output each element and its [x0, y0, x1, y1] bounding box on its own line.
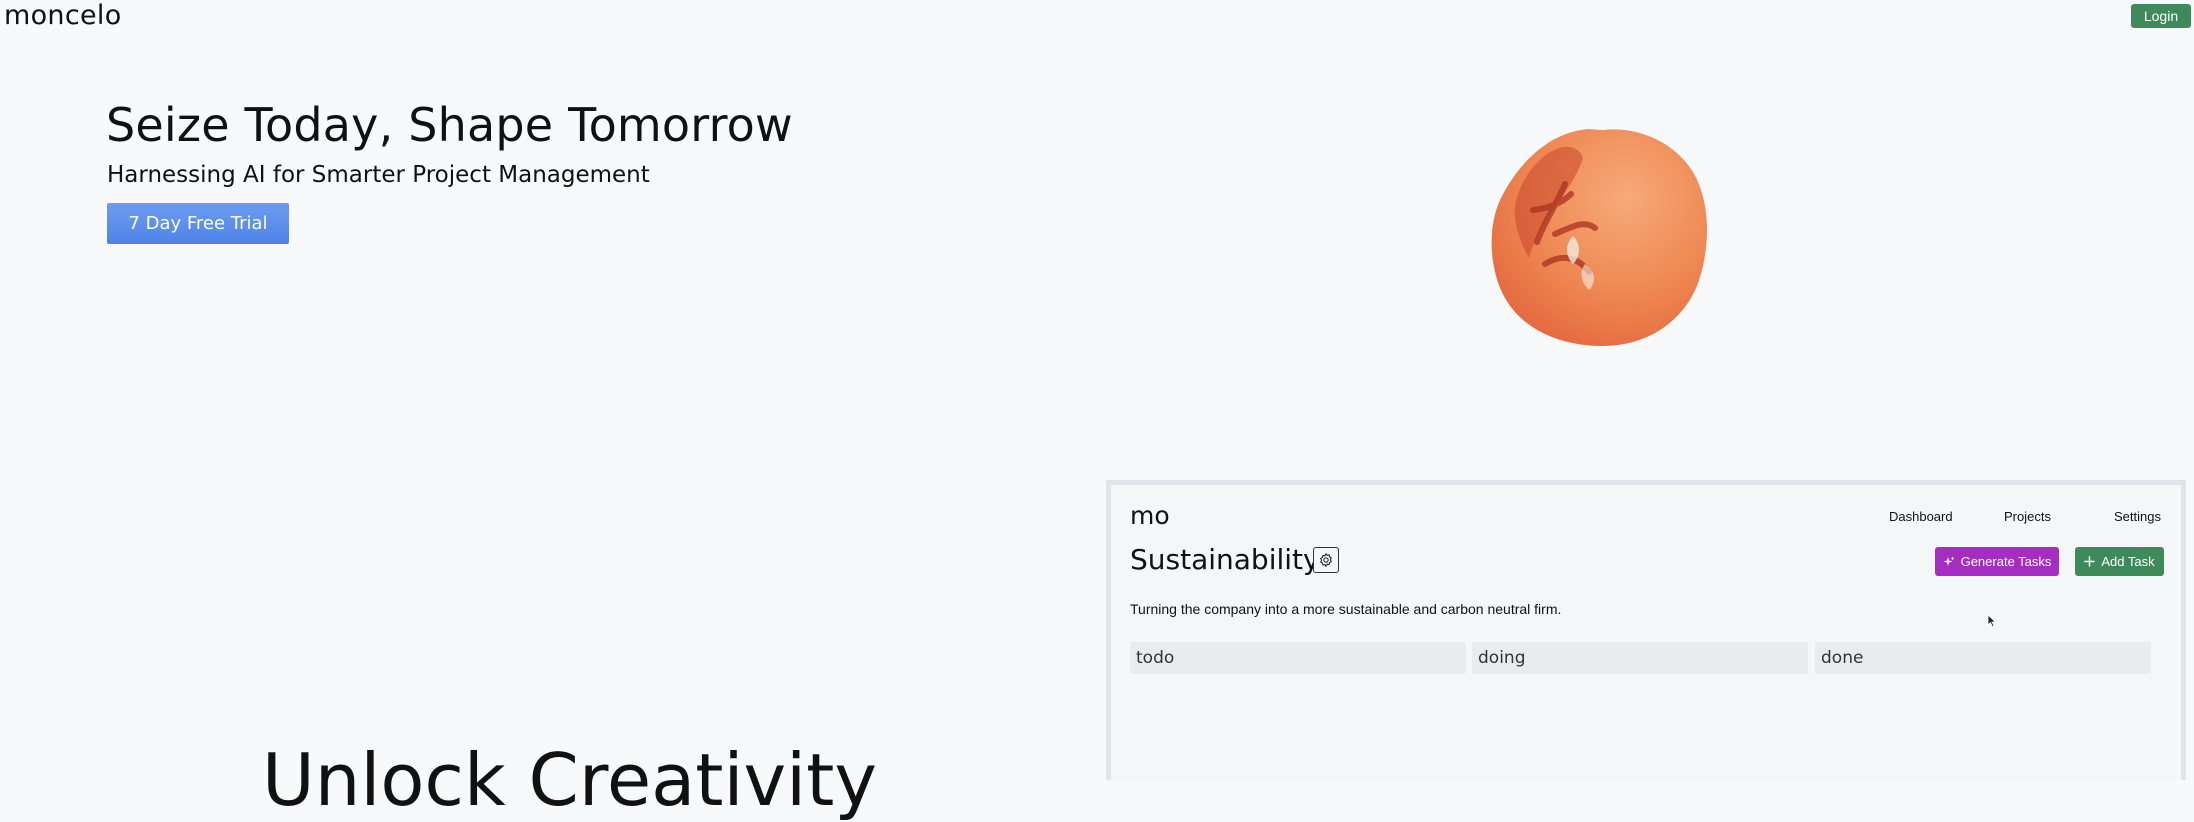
gear-icon [1320, 553, 1332, 567]
login-button[interactable]: Login [2131, 4, 2191, 28]
column-header-todo: todo [1130, 642, 1466, 674]
free-trial-button[interactable]: 7 Day Free Trial [107, 203, 289, 244]
brand-logo[interactable]: moncelo [4, 0, 122, 31]
mouse-cursor-icon [1987, 614, 1997, 633]
section-heading: Unlock Creativity [262, 738, 877, 822]
hero-subtitle: Harnessing AI for Smarter Project Manage… [107, 162, 650, 188]
column-header-doing: doing [1472, 642, 1808, 674]
preview-logo[interactable]: mo [1130, 501, 1170, 530]
preview-nav-projects[interactable]: Projects [2004, 509, 2051, 524]
app-preview: mo Dashboard Projects Settings Sustainab… [1106, 480, 2186, 780]
plus-icon [2084, 556, 2096, 567]
preview-nav-dashboard[interactable]: Dashboard [1889, 509, 1953, 524]
add-task-label: Add Task [2101, 554, 2155, 569]
project-title: Sustainability [1130, 543, 1320, 576]
project-settings-button[interactable] [1313, 547, 1339, 573]
add-task-button[interactable]: Add Task [2075, 547, 2164, 576]
hero-title: Seize Today, Shape Tomorrow [106, 98, 793, 152]
hero-blob-illustration [1485, 124, 1713, 350]
preview-nav-settings[interactable]: Settings [2114, 509, 2161, 524]
sparkle-icon [1943, 556, 1955, 566]
column-header-done: done [1815, 642, 2151, 674]
generate-tasks-label: Generate Tasks [1960, 554, 2052, 569]
project-description: Turning the company into a more sustaina… [1130, 601, 1562, 617]
generate-tasks-button[interactable]: Generate Tasks [1935, 547, 2059, 576]
